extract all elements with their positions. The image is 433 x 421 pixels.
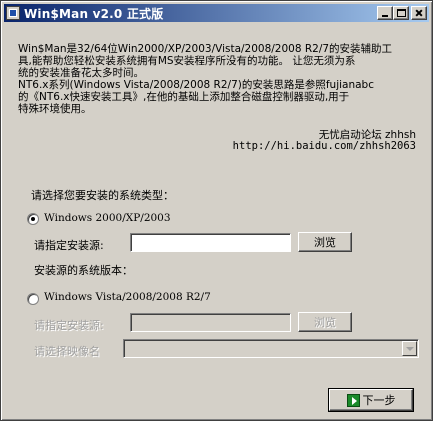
system-type-prompt: 请选择您要安装的系统类型：: [31, 189, 174, 202]
minimize-icon: [382, 15, 388, 17]
image-name-select[interactable]: [123, 339, 419, 358]
radio-windows-xp[interactable]: [27, 213, 39, 225]
browse-button-label: 浏览: [314, 316, 336, 329]
maximize-icon: [397, 9, 406, 17]
source-label-vista: 请指定安装源:: [34, 319, 104, 332]
main-window: Win$Man v2.0 正式版 Win$Man是32/64位Win2000/X…: [0, 0, 433, 421]
description-line: 统的安装准备花太多时间。: [18, 67, 144, 79]
title-bar[interactable]: Win$Man v2.0 正式版: [4, 4, 429, 22]
radio-windows-vista[interactable]: [27, 293, 39, 305]
window-title: Win$Man v2.0 正式版: [24, 6, 164, 21]
image-name-label: 请选择映像名: [34, 345, 100, 358]
source-label-xp: 请指定安装源:: [34, 239, 104, 252]
next-button-label: 下一步: [362, 394, 396, 407]
close-button[interactable]: [411, 6, 427, 20]
browse-button-xp[interactable]: 浏览: [298, 232, 352, 252]
author-url: http://hi.baidu.com/zhhsh2063: [232, 140, 416, 152]
next-arrow-icon: [346, 393, 360, 407]
description-line: 特殊环境使用。: [18, 103, 92, 115]
description-line: 具,能帮助您轻松安装系统拥有MS安装程序所没有的功能。 让您无须为系: [18, 55, 356, 67]
source-input-xp[interactable]: [130, 233, 291, 252]
description-line: Win$Man是32/64位Win2000/XP/2003/Vista/2008…: [18, 43, 393, 55]
description-line: 的《NT6.x快速安装工具》,在他的基础上添加整合磁盘控制器驱动,用于: [18, 91, 350, 103]
app-icon[interactable]: [6, 6, 20, 20]
next-button[interactable]: 下一步: [328, 388, 414, 412]
description-line: NT6.x系列(Windows Vista/2008/2008 R2/7)的安装…: [18, 79, 374, 91]
description-text: Win$Man是32/64位Win2000/XP/2003/Vista/2008…: [18, 43, 418, 115]
radio-windows-xp-label[interactable]: Windows 2000/XP/2003: [44, 212, 171, 224]
minimize-button[interactable]: [377, 6, 393, 20]
close-icon: [412, 7, 426, 19]
radio-selected-dot: [31, 217, 35, 221]
chevron-down-icon[interactable]: [402, 341, 417, 356]
browse-button-vista[interactable]: 浏览: [298, 312, 352, 332]
browse-button-label: 浏览: [314, 236, 336, 249]
source-version-label: 安装源的系统版本：: [34, 264, 133, 277]
maximize-button[interactable]: [393, 6, 409, 20]
source-input-vista[interactable]: [130, 313, 291, 332]
radio-windows-vista-label[interactable]: Windows Vista/2008/2008 R2/7: [44, 291, 211, 303]
